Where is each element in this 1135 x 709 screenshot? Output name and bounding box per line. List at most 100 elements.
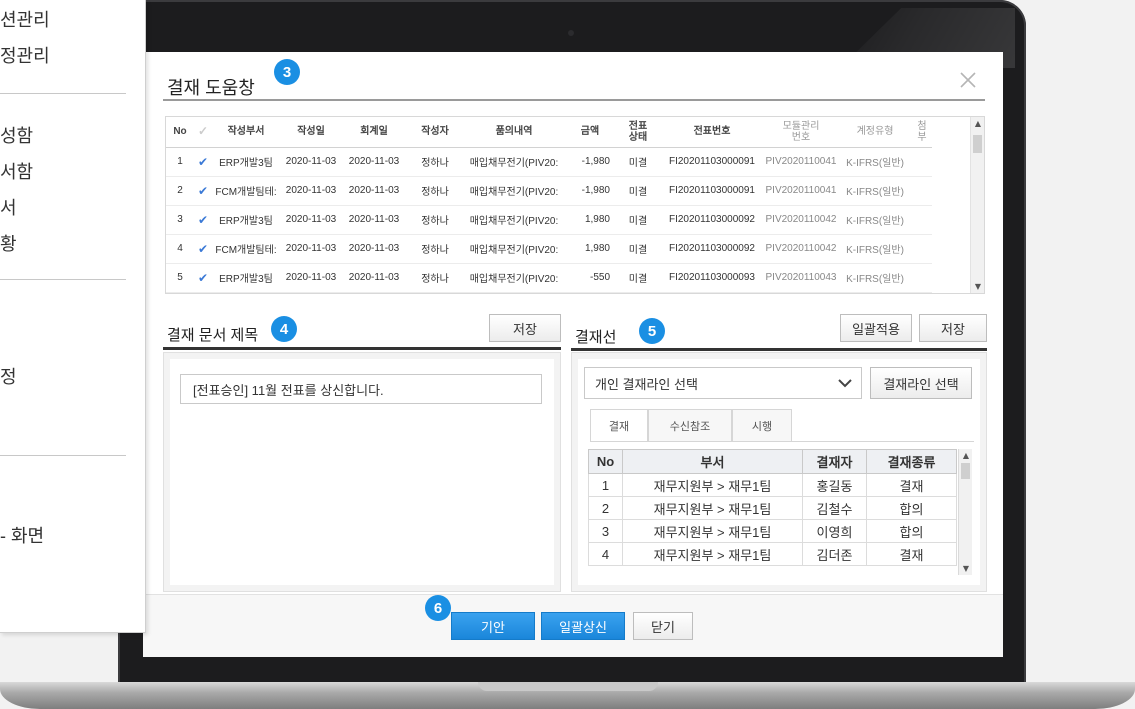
approval-cell-dept: 재무지원부 > 재무1팀 [622,496,803,520]
approval-line-select[interactable]: 개인 결재라인 선택 [584,367,862,399]
approval-save-button[interactable]: 저장 [919,314,987,342]
col-acct-type[interactable]: 계정유형 [838,117,912,148]
approval-row[interactable]: 4 재무지원부 > 재무1팀 김더존 결재 [588,542,957,566]
cell-acct-type: K-IFRS(일반) [838,263,912,293]
grid-body: 1 ✔ ERP개발3팀 2020-11-03 2020-11-03 정하나 매입채무전기(P… [166,147,932,293]
col-desc[interactable]: 품의내역 [464,117,564,148]
cell-check[interactable]: ✔ [194,234,212,264]
select-approval-line-button[interactable]: 결재라인 선택 [870,367,972,399]
approval-cell-type: 결재 [866,473,957,497]
cell-attach [912,205,932,235]
approval-scroll-down-icon[interactable]: ▼ [959,564,973,573]
col-module-no[interactable]: 모듈관리 번호 [764,117,838,148]
cell-dept: FCM개발팀테: [212,234,280,264]
table-row[interactable]: 3 ✔ ERP개발3팀 2020-11-03 2020-11-03 정하나 매입채무전기(P… [166,205,932,235]
cell-attach [912,176,932,206]
chevron-down-icon[interactable] [837,376,853,390]
col-written[interactable]: 작성일 [280,117,342,148]
slip-table: No ✓ 작성부서 작성일 회계일 작성자 품의내역 금액 전표 상태 전표번호… [166,117,932,293]
bulk-submit-button[interactable]: 일괄상신 [541,612,625,640]
close-button[interactable]: 닫기 [633,612,693,640]
title-divider [163,99,985,101]
grid-scrollbar[interactable]: ▲ ▼ [970,117,984,293]
col-no[interactable]: No [166,117,194,148]
side-menu-item[interactable]: 정 [0,363,17,389]
cell-module-no: PIV2020110042 [764,234,838,264]
tab-approval[interactable]: 결재 [590,409,648,441]
side-menu-panel: 션관리 정관리 성함 서함 서 황 정 - 화면 [0,0,146,633]
table-row[interactable]: 5 ✔ ERP개발3팀 2020-11-03 2020-11-03 정하나 매입채무전기(P… [166,263,932,293]
cell-dept: FCM개발팀테: [212,176,280,206]
cell-author: 정하나 [406,234,464,264]
side-menu-item[interactable]: 서 [0,194,17,220]
col-status[interactable]: 전표 상태 [616,117,660,148]
col-author[interactable]: 작성자 [406,117,464,148]
cell-check[interactable]: ✔ [194,147,212,177]
approval-scroll-up-icon[interactable]: ▲ [959,451,973,460]
col-dept[interactable]: 작성부서 [212,117,280,148]
row-checkbox-icon[interactable]: ✔ [198,242,208,256]
draft-button[interactable]: 기안 [451,612,535,640]
col-slip-no[interactable]: 전표번호 [660,117,764,148]
col-attach[interactable]: 첨 부 [912,117,932,148]
cell-desc: 매입채무전기(PIV20: [464,234,564,264]
side-menu-item[interactable]: 서함 [0,158,33,184]
cell-no: 5 [166,263,194,293]
approval-cell-dept: 재무지원부 > 재무1팀 [622,473,803,497]
doc-title-input[interactable]: [전표승인] 11월 전표를 상신합니다. [180,374,542,404]
approval-header-row: No 부서 결재자 결재종류 [588,449,957,474]
bulk-apply-button[interactable]: 일괄적용 [840,314,912,342]
col-check[interactable]: ✓ [194,117,212,148]
cell-slip-no: FI20201103000093 [660,263,764,293]
approval-col-type[interactable]: 결재종류 [866,449,957,474]
check-all-icon[interactable]: ✓ [198,124,208,138]
slip-grid[interactable]: No ✓ 작성부서 작성일 회계일 작성자 품의내역 금액 전표 상태 전표번호… [165,116,985,294]
scroll-thumb[interactable] [973,135,982,153]
table-row[interactable]: 4 ✔ FCM개발팀테: 2020-11-03 2020-11-03 정하나 매입채무전기(… [166,234,932,264]
col-amount[interactable]: 금액 [564,117,616,148]
side-menu-item[interactable]: 션관리 [0,6,50,32]
close-icon[interactable] [958,70,978,90]
cell-slip-no: FI20201103000092 [660,205,764,235]
row-checkbox-icon[interactable]: ✔ [198,184,208,198]
row-checkbox-icon[interactable]: ✔ [198,213,208,227]
approval-scroll-thumb[interactable] [961,463,970,479]
side-menu-item[interactable]: - 화면 [0,522,44,548]
col-acct-date[interactable]: 회계일 [342,117,406,148]
step-badge-4: 4 [271,316,297,342]
cell-acct-type: K-IFRS(일반) [838,176,912,206]
side-menu-item[interactable]: 정관리 [0,42,50,68]
side-menu-item[interactable]: 성함 [0,122,33,148]
tab-execution[interactable]: 시행 [732,409,792,441]
cell-check[interactable]: ✔ [194,176,212,206]
approval-col-approver[interactable]: 결재자 [802,449,867,474]
cell-author: 정하나 [406,205,464,235]
approval-scrollbar[interactable]: ▲ ▼ [958,449,972,575]
table-row[interactable]: 2 ✔ FCM개발팀테: 2020-11-03 2020-11-03 정하나 매입채무전기(… [166,176,932,206]
camera-icon [568,30,574,36]
cell-attach [912,263,932,293]
doc-title-save-button[interactable]: 저장 [489,314,561,342]
cell-written: 2020-11-03 [280,263,342,293]
row-checkbox-icon[interactable]: ✔ [198,271,208,285]
cell-check[interactable]: ✔ [194,263,212,293]
cell-author: 정하나 [406,147,464,177]
approval-col-dept[interactable]: 부서 [622,449,803,474]
side-menu-item[interactable]: 황 [0,230,17,256]
cell-written: 2020-11-03 [280,147,342,177]
row-checkbox-icon[interactable]: ✔ [198,155,208,169]
approval-line-heading: 결재선 [575,329,617,346]
approval-col-no[interactable]: No [588,449,623,474]
cell-check[interactable]: ✔ [194,205,212,235]
approval-row[interactable]: 2 재무지원부 > 재무1팀 김철수 합의 [588,496,957,520]
table-row[interactable]: 1 ✔ ERP개발3팀 2020-11-03 2020-11-03 정하나 매입채무전기(P… [166,147,932,177]
scroll-up-icon[interactable]: ▲ [971,119,984,128]
cell-amount: 1,980 [564,234,616,264]
approval-tabs: 결재 수신참조 시행 [590,409,792,441]
approval-cell-approver: 김철수 [802,496,867,520]
approval-row[interactable]: 1 재무지원부 > 재무1팀 홍길동 결재 [588,473,957,497]
approval-line-grid[interactable]: No 부서 결재자 결재종류 1 재무지원부 > 재무1팀 홍길동 결재 2 재무지원부 … [588,449,976,577]
tab-cc[interactable]: 수신참조 [648,409,732,441]
approval-row[interactable]: 3 재무지원부 > 재무1팀 이영희 합의 [588,519,957,543]
scroll-down-icon[interactable]: ▼ [971,282,984,291]
